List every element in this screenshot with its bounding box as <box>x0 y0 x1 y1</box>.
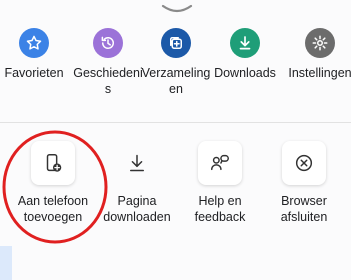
sheet-handle[interactable] <box>160 2 194 16</box>
favorites-label: Favorieten <box>4 66 64 80</box>
section-divider <box>0 122 351 123</box>
close-browser-button[interactable]: Browser afsluiten <box>260 141 348 225</box>
download-icon <box>130 154 144 172</box>
download-icon <box>239 36 251 50</box>
settings-button[interactable]: Instellingen <box>282 28 351 81</box>
gear-icon <box>312 35 328 51</box>
bottom-sheet-menu: Favorieten Geschiedeni s Verzameling en … <box>0 0 351 280</box>
star-icon <box>26 35 42 50</box>
history-icon-circle <box>93 28 123 58</box>
help-feedback-box <box>198 141 242 185</box>
annotation-highlight-ellipse <box>2 130 108 244</box>
close-browser-label: Browser afsluiten <box>280 194 328 224</box>
collections-icon-circle <box>161 28 191 58</box>
background-page-strip <box>0 246 12 280</box>
help-feedback-button[interactable]: Help en feedback <box>176 141 264 225</box>
settings-icon-circle <box>305 28 335 58</box>
downloads-label: Downloads <box>214 66 276 80</box>
feedback-icon <box>211 154 229 171</box>
history-button[interactable]: Geschiedeni s <box>70 28 146 97</box>
download-page-box <box>115 141 159 185</box>
history-icon <box>101 36 114 49</box>
downloads-icon-circle <box>230 28 260 58</box>
favorites-icon-circle <box>19 28 49 58</box>
downloads-button[interactable]: Downloads <box>207 28 283 81</box>
collections-label: Verzameling en <box>141 66 211 96</box>
favorites-button[interactable]: Favorieten <box>0 28 72 81</box>
annotation-ellipse <box>2 130 108 244</box>
quick-actions-row: Favorieten Geschiedeni s Verzameling en … <box>0 28 351 118</box>
close-browser-box <box>282 141 326 185</box>
collections-button[interactable]: Verzameling en <box>138 28 214 97</box>
help-feedback-label: Help en feedback <box>194 194 246 224</box>
history-label: Geschiedeni s <box>73 66 143 96</box>
close-circle-icon <box>295 154 313 172</box>
collections-icon <box>170 37 182 49</box>
settings-label: Instellingen <box>288 66 351 80</box>
